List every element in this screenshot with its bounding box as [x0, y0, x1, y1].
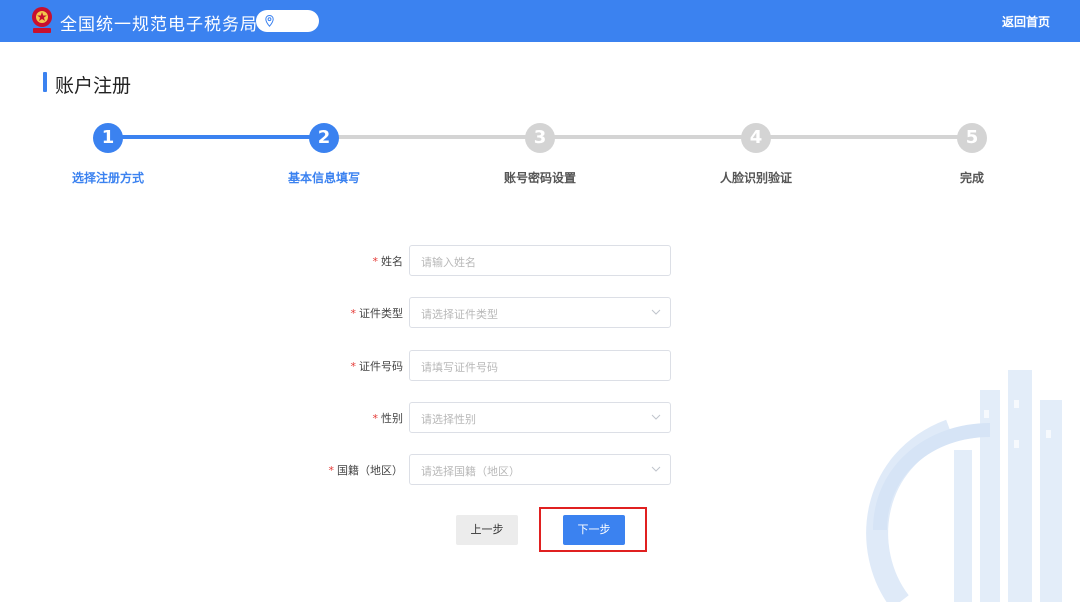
form-row-nationality: * 国籍（地区） 请选择国籍（地区） [300, 454, 671, 485]
name-input[interactable]: 请输入姓名 [409, 245, 671, 276]
step-circle-3: 3 [525, 123, 555, 153]
chevron-down-icon [651, 466, 661, 472]
step-circle-4: 4 [741, 123, 771, 153]
step-label-4: 人脸识别验证 [719, 171, 792, 185]
title-accent-bar [43, 72, 47, 92]
step-connector-2-5 [324, 135, 972, 139]
gender-label: * 性别 [372, 412, 404, 425]
step-label-1: 选择注册方式 [71, 171, 144, 185]
form-row-id-number: * 证件号码 请填写证件号码 [300, 350, 671, 381]
location-selector[interactable] [256, 10, 319, 32]
chevron-down-icon [651, 414, 661, 420]
step-connector-1-2 [108, 135, 324, 139]
form-row-gender: * 性别 请选择性别 [300, 402, 671, 433]
chevron-down-icon [651, 309, 661, 315]
form-row-id-type: * 证件类型 请选择证件类型 [300, 297, 671, 328]
step-circle-2: 2 [309, 123, 339, 153]
id-type-label: * 证件类型 [350, 307, 404, 320]
name-label: * 姓名 [372, 255, 404, 268]
id-type-select[interactable]: 请选择证件类型 [409, 297, 671, 328]
location-pin-icon [265, 15, 274, 27]
gender-select[interactable]: 请选择性别 [409, 402, 671, 433]
nationality-label: * 国籍（地区） [328, 464, 404, 477]
step-label-2: 基本信息填写 [287, 171, 360, 185]
page-title: 账户注册 [55, 75, 132, 97]
step-circle-1: 1 [93, 123, 123, 153]
site-title: 全国统一规范电子税务局 [60, 15, 258, 35]
form-row-name: * 姓名 请输入姓名 [300, 245, 671, 276]
top-header: 全国统一规范电子税务局 返回首页 [0, 0, 1080, 42]
step-label-3: 账号密码设置 [503, 171, 576, 185]
step-label-5: 完成 [959, 171, 984, 185]
next-step-button[interactable]: 下一步 [563, 515, 625, 545]
nationality-select[interactable]: 请选择国籍（地区） [409, 454, 671, 485]
id-number-label: * 证件号码 [350, 360, 404, 373]
tax-emblem-icon [32, 7, 52, 33]
return-home-link[interactable]: 返回首页 [1002, 13, 1050, 30]
previous-step-button[interactable]: 上一步 [456, 515, 518, 545]
id-number-input[interactable]: 请填写证件号码 [409, 350, 671, 381]
tax-bureau-watermark-icon [866, 370, 1062, 602]
step-circle-5: 5 [957, 123, 987, 153]
